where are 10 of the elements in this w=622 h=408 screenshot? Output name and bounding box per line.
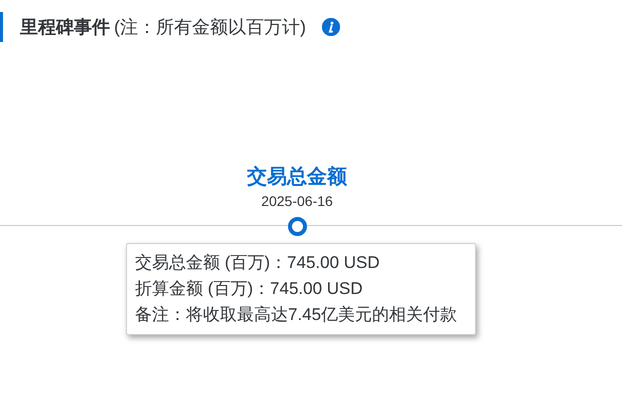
tooltip-line: 折算金额 (百万)：745.00 USD bbox=[135, 278, 364, 300]
accent-bar bbox=[0, 12, 3, 42]
info-icon[interactable] bbox=[322, 18, 340, 36]
tooltip-line: 交易总金额 (百万)：745.00 USD bbox=[135, 252, 381, 274]
section-title: 里程碑事件 bbox=[20, 16, 110, 38]
milestone-marker[interactable] bbox=[288, 216, 306, 236]
section-note: (注：所有金额以百万计) bbox=[114, 16, 306, 39]
milestone-title: 交易总金额 bbox=[247, 164, 347, 190]
milestone-date: 2025-06-16 bbox=[261, 192, 333, 210]
tooltip-line: 备注：将收取最高达7.45亿美元的相关付款 bbox=[135, 304, 458, 326]
